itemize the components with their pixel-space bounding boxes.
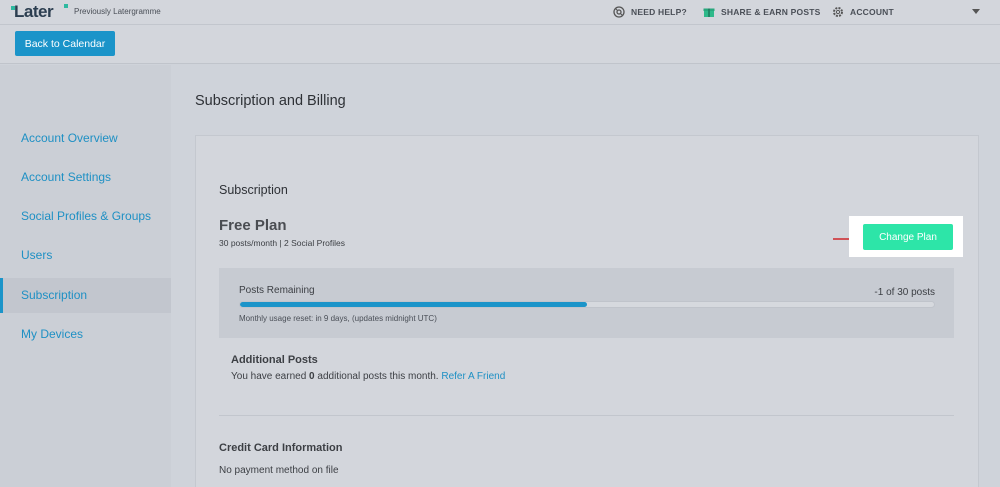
top-nav-bar: Later Previously Latergramme NEED HELP? … [0,0,1000,25]
sidebar-item-social-profiles[interactable]: Social Profiles & Groups [0,199,171,234]
logo-subtitle: Previously Latergramme [74,7,161,16]
section-divider [219,415,954,416]
plan-name: Free Plan [219,217,287,234]
action-bar: Back to Calendar [0,25,1000,64]
need-help-link[interactable]: NEED HELP? [613,6,687,18]
subscription-section-title: Subscription [219,183,288,197]
logo-text: Later [14,2,54,21]
share-earn-label: SHARE & EARN POSTS [721,7,821,17]
change-plan-button[interactable]: Change Plan [863,224,953,250]
back-to-calendar-button[interactable]: Back to Calendar [15,31,115,56]
gift-icon [703,8,715,17]
logo-square-icon [64,4,68,8]
account-label: ACCOUNT [850,7,894,17]
change-plan-highlight: Change Plan [849,216,963,257]
later-logo[interactable]: Later [11,2,68,22]
posts-remaining-label: Posts Remaining [239,285,315,296]
additional-text-before: You have earned [231,371,310,382]
usage-progress-fill [240,302,587,307]
sidebar-item-account-settings[interactable]: Account Settings [0,160,171,195]
usage-progress-bar [239,301,935,308]
gear-icon [833,7,843,17]
additional-posts-text: You have earned 0 additional posts this … [231,371,505,382]
refer-friend-link[interactable]: Refer A Friend [441,371,505,382]
credit-card-title: Credit Card Information [219,442,343,454]
usage-reset-note: Monthly usage reset: in 9 days, (updates… [239,314,437,323]
page-title: Subscription and Billing [195,93,346,109]
sidebar-item-users[interactable]: Users [0,238,171,273]
chevron-down-icon[interactable] [972,9,980,14]
posts-remaining-count: -1 of 30 posts [874,287,935,298]
share-earn-link[interactable]: SHARE & EARN POSTS [703,6,820,18]
logo-square-icon [11,6,15,10]
settings-sidebar: Account Overview Account Settings Social… [0,65,171,487]
plan-description: 30 posts/month | 2 Social Profiles [219,238,345,248]
additional-posts-title: Additional Posts [231,354,318,366]
help-icon [613,6,625,18]
account-menu[interactable]: ACCOUNT [832,6,894,18]
need-help-label: NEED HELP? [631,7,687,17]
sidebar-item-account-overview[interactable]: Account Overview [0,121,171,156]
sidebar-item-subscription[interactable]: Subscription [0,278,171,313]
sidebar-item-my-devices[interactable]: My Devices [0,317,171,352]
additional-text-after: additional posts this month. [314,371,442,382]
credit-card-status: No payment method on file [219,465,339,476]
